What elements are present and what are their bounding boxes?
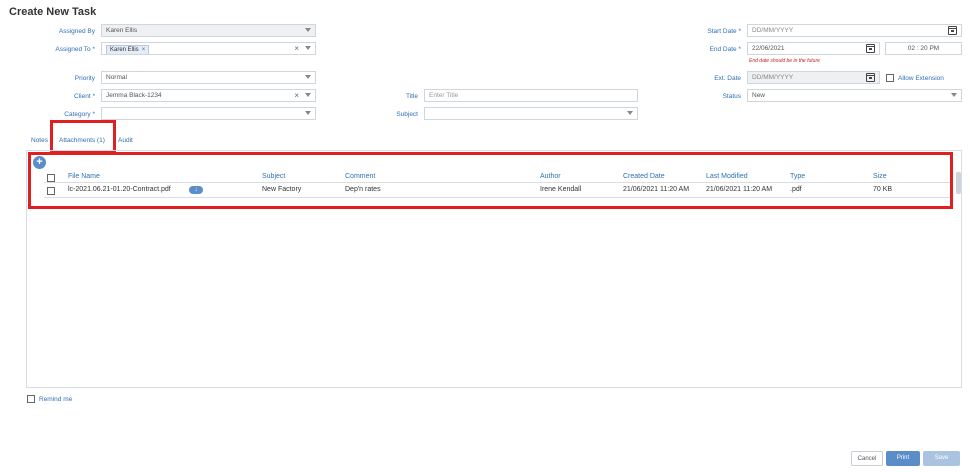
attachments-highlight-box	[28, 152, 953, 209]
chevron-down-icon	[305, 28, 311, 32]
priority-value: Normal	[106, 74, 127, 81]
remind-me-label: Remind me	[39, 396, 73, 403]
remove-tag-icon[interactable]: ×	[142, 47, 146, 53]
clear-icon[interactable]: ×	[294, 91, 299, 100]
save-button[interactable]: Save	[923, 451, 960, 466]
chevron-down-icon[interactable]	[305, 111, 311, 115]
allow-extension-label: Allow Extension	[898, 75, 944, 82]
calendar-icon[interactable]	[948, 26, 957, 35]
print-button[interactable]: Print	[886, 451, 920, 466]
chevron-down-icon[interactable]	[305, 46, 311, 50]
calendar-icon	[866, 73, 875, 82]
priority-label: Priority	[74, 75, 95, 82]
start-date-input[interactable]: DD/MM/YYYY	[747, 24, 962, 37]
chevron-down-icon[interactable]	[627, 111, 633, 115]
tab-audit[interactable]: Audit	[118, 137, 133, 144]
assigned-to-tag: Karen Ellis ×	[106, 45, 150, 54]
remind-me-checkbox[interactable]	[27, 395, 35, 403]
title-label: Title	[405, 93, 418, 100]
page-title: Create New Task	[9, 6, 97, 18]
subject-label: Subject	[396, 111, 418, 118]
title-input[interactable]: Enter Title	[424, 89, 638, 102]
client-value: Jemma Black-1234	[106, 92, 162, 99]
client-label: Client *	[74, 93, 95, 100]
assigned-by-select: Karen Ellis	[101, 24, 316, 37]
assigned-to-label: Assigned To *	[55, 46, 95, 53]
calendar-icon[interactable]	[866, 44, 875, 53]
assigned-to-select[interactable]: Karen Ellis × ×	[101, 42, 316, 55]
status-select[interactable]: New	[747, 89, 962, 102]
assigned-by-value: Karen Ellis	[106, 27, 138, 34]
assigned-by-label: Assigned By	[58, 28, 95, 35]
status-value: New	[752, 92, 766, 99]
ext-date-input: DD/MM/YYYY	[747, 71, 880, 84]
priority-select[interactable]: Normal	[101, 71, 316, 84]
start-date-label: Start Date *	[707, 28, 741, 35]
end-date-input[interactable]: 22/06/2021	[747, 42, 880, 55]
chevron-down-icon[interactable]	[305, 93, 311, 97]
end-date-label: End Date *	[709, 46, 741, 53]
subject-select[interactable]	[424, 107, 638, 120]
scrollbar[interactable]	[956, 172, 961, 194]
cancel-button[interactable]: Cancel	[851, 451, 883, 466]
chevron-down-icon[interactable]	[305, 75, 311, 79]
ext-date-label: Ext. Date	[714, 75, 741, 82]
end-time-input[interactable]: 02 : 20 PM	[885, 42, 962, 55]
tab-highlight-box	[50, 120, 116, 154]
chevron-down-icon[interactable]	[951, 93, 957, 97]
allow-extension-checkbox[interactable]	[886, 74, 894, 82]
tab-notes[interactable]: Notes	[31, 137, 48, 144]
clear-icon[interactable]: ×	[294, 44, 299, 53]
category-label: Category *	[64, 111, 95, 118]
client-select[interactable]: Jemma Black-1234 ×	[101, 89, 316, 102]
end-date-hint: End date should be in the future	[749, 58, 820, 64]
status-label: Status	[722, 93, 741, 100]
category-select[interactable]	[101, 107, 316, 120]
